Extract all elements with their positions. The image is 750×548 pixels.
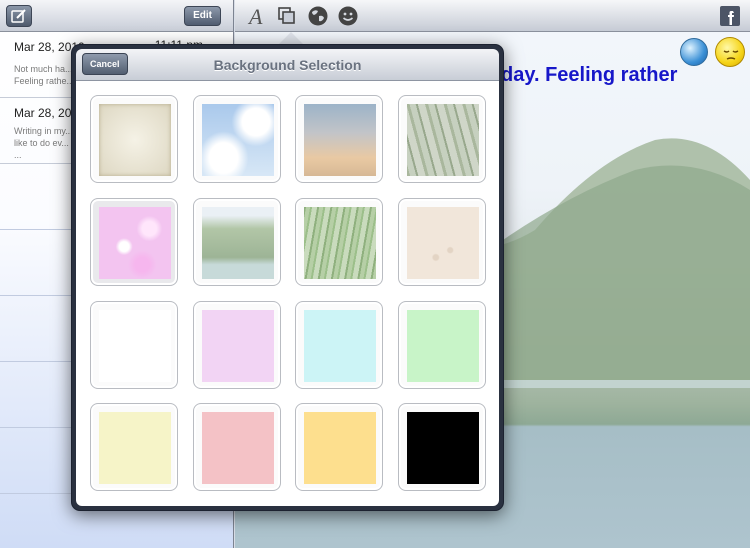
background-swatch xyxy=(304,412,376,484)
background-option-bamboo[interactable] xyxy=(398,95,486,183)
background-option-sand[interactable] xyxy=(398,198,486,286)
background-option-light-pink[interactable] xyxy=(193,301,281,389)
font-icon[interactable]: A xyxy=(247,4,267,28)
facebook-icon xyxy=(728,11,734,25)
cancel-button[interactable]: Cancel xyxy=(82,53,128,75)
svg-text:A: A xyxy=(247,4,263,28)
background-swatch xyxy=(99,412,171,484)
facebook-button[interactable] xyxy=(720,6,740,26)
background-swatch xyxy=(304,104,376,176)
background-grid xyxy=(76,81,499,506)
background-swatch xyxy=(99,104,171,176)
copy-icon[interactable] xyxy=(277,6,297,26)
compose-icon xyxy=(11,9,26,23)
background-selection-popover: Background Selection Cancel xyxy=(71,44,504,511)
background-option-light-green[interactable] xyxy=(398,301,486,389)
background-swatch xyxy=(202,412,274,484)
background-swatch xyxy=(202,310,274,382)
sleepy-smiley-icon[interactable] xyxy=(715,37,745,67)
globe-icon[interactable] xyxy=(307,5,329,27)
note-body-text[interactable]: day. Feeling rather xyxy=(501,64,677,87)
background-option-sky-clouds[interactable] xyxy=(193,95,281,183)
popover-header: Background Selection Cancel xyxy=(76,49,499,81)
smiley-icon[interactable] xyxy=(337,5,359,27)
background-option-sunset-sky[interactable] xyxy=(295,95,383,183)
background-swatch xyxy=(99,207,171,279)
background-option-white[interactable] xyxy=(90,301,178,389)
sleepy-face-icon xyxy=(723,50,739,60)
popover-title: Background Selection xyxy=(213,57,362,73)
background-option-light-cyan[interactable] xyxy=(295,301,383,389)
sidebar-toolbar: Edit xyxy=(0,0,233,32)
background-swatch xyxy=(202,207,274,279)
background-option-peach[interactable] xyxy=(295,403,383,491)
background-option-parchment[interactable] xyxy=(90,95,178,183)
background-option-mountain-lake[interactable] xyxy=(193,198,281,286)
editor-toolbar: A xyxy=(235,0,750,32)
background-swatch xyxy=(99,310,171,382)
background-option-black[interactable] xyxy=(398,403,486,491)
background-swatch xyxy=(407,207,479,279)
background-option-pink-floral[interactable] xyxy=(90,198,178,286)
compose-button[interactable] xyxy=(6,5,32,27)
background-option-light-yellow[interactable] xyxy=(90,403,178,491)
background-swatch xyxy=(202,104,274,176)
edit-button[interactable]: Edit xyxy=(184,6,221,26)
background-option-rose[interactable] xyxy=(193,403,281,491)
popover-arrow xyxy=(279,32,303,44)
background-swatch xyxy=(407,412,479,484)
background-swatch xyxy=(304,207,376,279)
background-swatch xyxy=(407,310,479,382)
globe-badge-icon[interactable] xyxy=(680,38,708,66)
background-option-grass[interactable] xyxy=(295,198,383,286)
background-swatch xyxy=(407,104,479,176)
background-swatch xyxy=(304,310,376,382)
